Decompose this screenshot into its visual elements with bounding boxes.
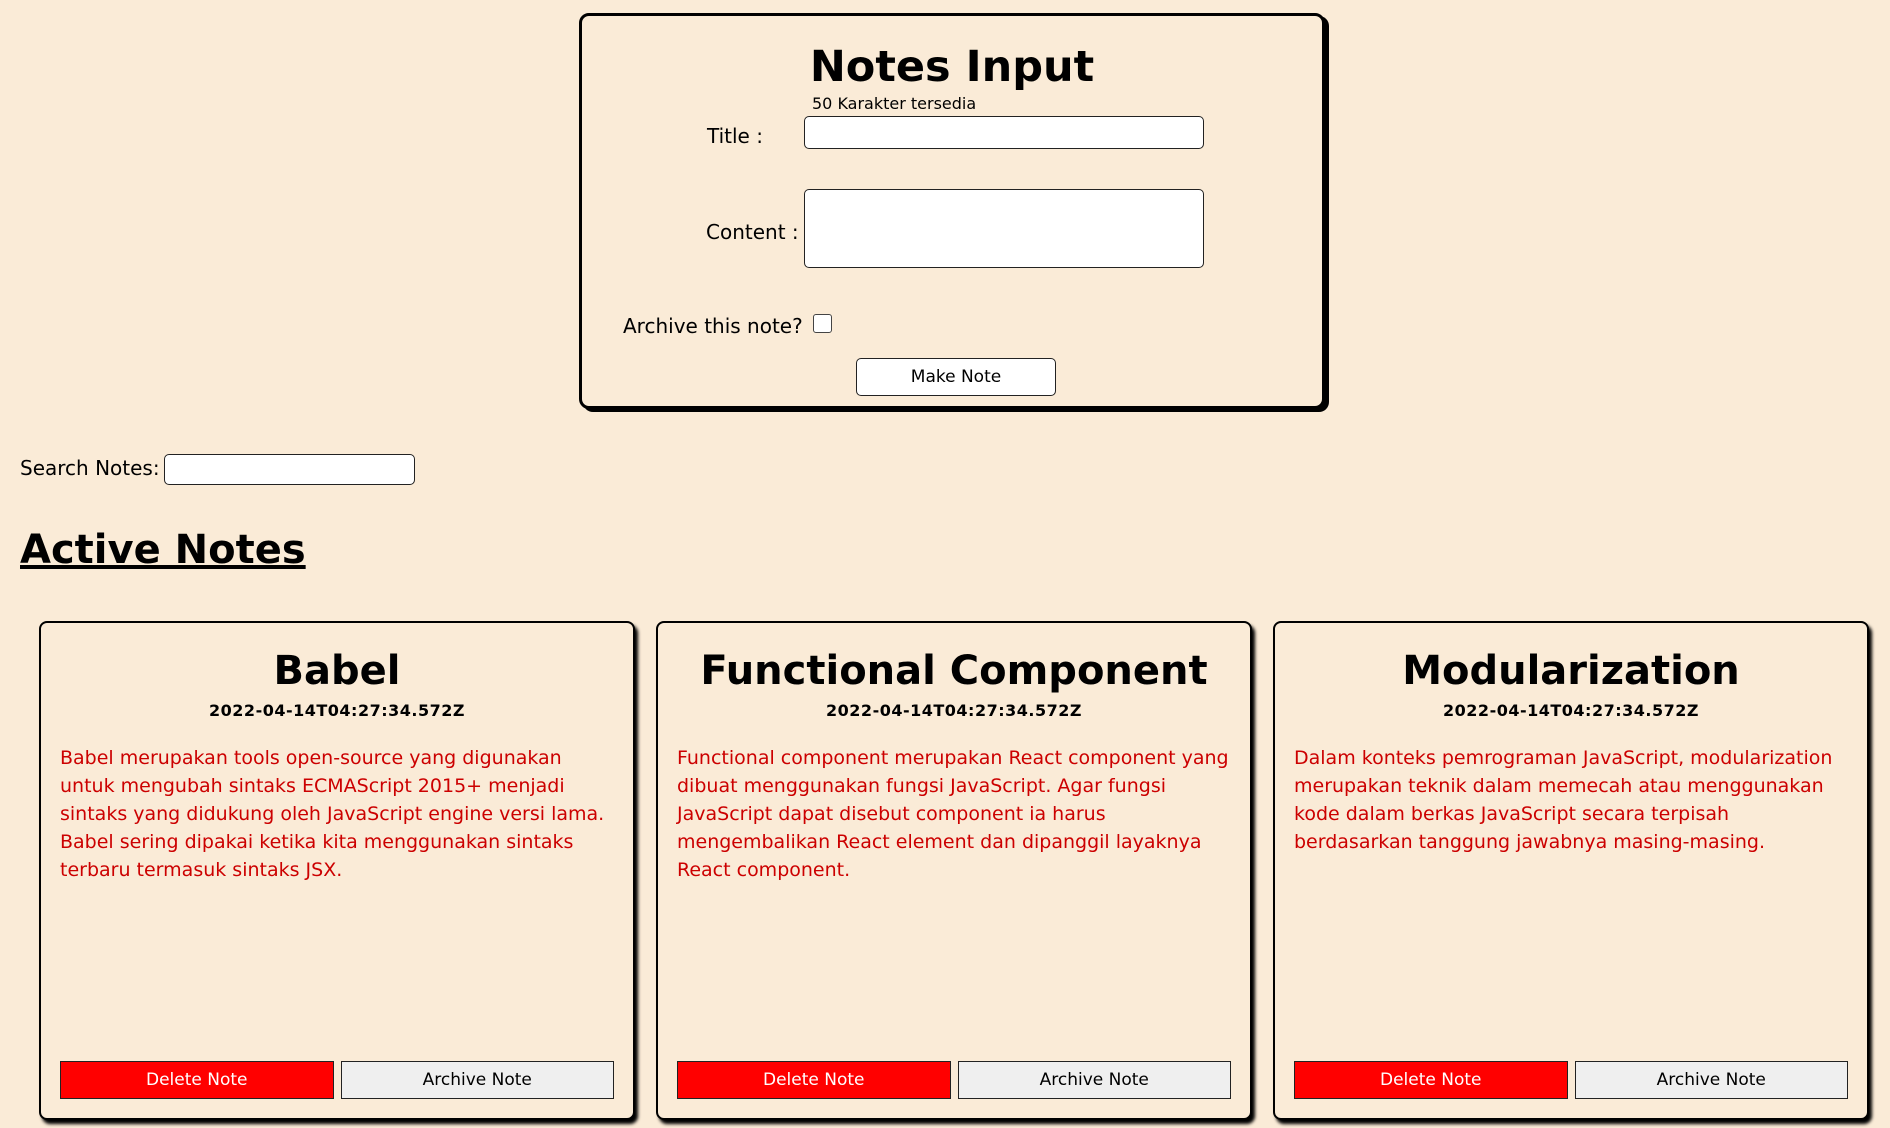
note-card: Modularization 2022-04-14T04:27:34.572Z … [1273,621,1869,1120]
search-label: Search Notes: [20,456,160,480]
title-input[interactable] [804,116,1204,149]
delete-note-button[interactable]: Delete Note [60,1061,334,1099]
content-label: Content : [706,220,799,244]
delete-note-button[interactable]: Delete Note [677,1061,951,1099]
note-title: Babel [273,648,401,694]
search-input[interactable] [164,454,415,485]
note-title: Functional Component [700,648,1208,694]
char-counter: 50 Karakter tersedia [812,94,977,113]
archive-note-button[interactable]: Archive Note [340,1061,614,1099]
notes-input-form: Notes Input 50 Karakter tersedia Title :… [579,13,1325,409]
note-body: Babel merupakan tools open-source yang d… [60,747,605,881]
archive-note-button[interactable]: Archive Note [957,1061,1231,1099]
note-title: Modularization [1402,648,1740,694]
form-heading: Notes Input [809,42,1095,92]
note-date: 2022-04-14T04:27:34.572Z [1443,701,1699,720]
archive-checkbox[interactable] [813,314,832,333]
note-date: 2022-04-14T04:27:34.572Z [209,701,465,720]
delete-note-button[interactable]: Delete Note [1294,1061,1568,1099]
note-actions: Delete Note Archive Note [1294,1061,1848,1099]
title-label: Title : [707,124,763,148]
note-actions: Delete Note Archive Note [60,1061,614,1099]
content-textarea[interactable] [804,189,1204,268]
note-actions: Delete Note Archive Note [677,1061,1231,1099]
make-note-button[interactable]: Make Note [856,358,1056,396]
note-body: Dalam konteks pemrograman JavaScript, mo… [1294,747,1833,853]
note-card: Babel 2022-04-14T04:27:34.572Z Babel mer… [39,621,635,1120]
note-body: Functional component merupakan React com… [677,747,1229,881]
archive-label: Archive this note? [623,314,803,338]
note-date: 2022-04-14T04:27:34.572Z [826,701,1082,720]
archive-note-button[interactable]: Archive Note [1574,1061,1848,1099]
note-card: Functional Component 2022-04-14T04:27:34… [656,621,1252,1120]
active-notes-heading: Active Notes [20,527,306,573]
